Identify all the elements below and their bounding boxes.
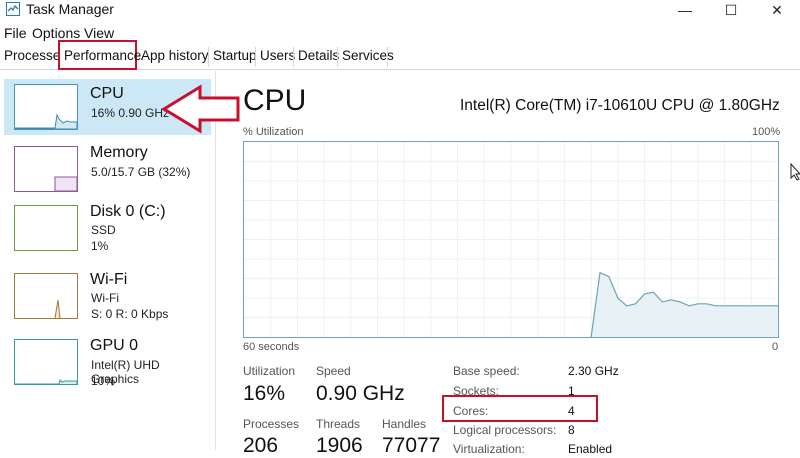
tab-performance[interactable]: Performance [58, 40, 141, 70]
memory-thumbnail-graph [14, 146, 78, 192]
menu-file[interactable]: File [4, 25, 27, 41]
graph-y-label: % Utilization [243, 126, 304, 138]
mouse-cursor-icon [790, 163, 800, 181]
base-speed-label: Base speed: [453, 364, 520, 378]
cpu-utilization-chart [244, 142, 778, 338]
sidebar-item-title: Wi-Fi [90, 271, 128, 288]
utilization-value: 16% [243, 382, 286, 405]
graph-y-max-label: 100% [752, 126, 781, 138]
virtualization-label: Virtualization: [453, 442, 525, 456]
sidebar-item-detail: SSD [91, 223, 116, 237]
virtualization-value: Enabled [568, 442, 613, 456]
sidebar-item-detail-2: 10% [91, 374, 116, 388]
menu-view[interactable]: View [84, 25, 114, 41]
logical-processors-label: Logical processors: [453, 423, 557, 437]
threads-label: Threads [316, 417, 361, 431]
sidebar-item-gpu[interactable]: GPU 0 Intel(R) UHD Graphics 10% [4, 334, 211, 394]
annotation-arrow-icon [161, 84, 240, 134]
sidebar-item-detail-2: S: 0 R: 0 Kbps [91, 307, 169, 321]
handles-label: Handles [382, 417, 427, 431]
menu-options[interactable]: Options [32, 25, 80, 41]
wifi-thumbnail-graph [14, 273, 78, 319]
sidebar-item-wifi[interactable]: Wi-Fi Wi-Fi S: 0 R: 0 Kbps [4, 268, 211, 328]
processes-value: 206 [243, 434, 279, 457]
tab-app-history[interactable]: App history [137, 45, 213, 67]
close-button[interactable]: ✕ [754, 0, 800, 20]
sidebar-item-detail: 16% 0.90 GHz [91, 106, 170, 120]
maximize-button[interactable]: ☐ [708, 0, 754, 20]
window-title: Task Manager [26, 1, 114, 17]
utilization-area [591, 272, 778, 337]
tab-details[interactable]: Details [294, 45, 343, 67]
tab-services[interactable]: Services [338, 45, 398, 67]
page-title: CPU [243, 84, 307, 117]
task-manager-icon [6, 2, 20, 16]
cpu-utilization-graph [243, 141, 779, 338]
base-speed-value: 2.30 GHz [568, 364, 619, 378]
cores-highlight-box [442, 395, 598, 422]
utilization-label: Utilization [243, 364, 296, 378]
threads-value: 1906 [316, 434, 363, 457]
speed-value: 0.90 GHz [316, 382, 405, 405]
cpu-thumbnail-graph [14, 84, 78, 130]
sidebar-item-memory[interactable]: Memory 5.0/15.7 GB (32%) [4, 142, 211, 194]
minimize-button[interactable]: — [662, 0, 708, 20]
sidebar-item-detail: Wi-Fi [91, 291, 119, 305]
disk-thumbnail-graph [14, 205, 78, 251]
processes-label: Processes [243, 417, 300, 431]
graph-x-zero-label: 0 [772, 341, 779, 353]
sidebar-item-title: Memory [90, 144, 148, 161]
sidebar-item-detail: 5.0/15.7 GB (32%) [91, 165, 191, 179]
sidebar-item-title: Disk 0 (C:) [90, 203, 166, 220]
sidebar-item-detail-2: 1% [91, 239, 109, 253]
speed-label: Speed [316, 364, 351, 378]
tab-startup[interactable]: Startup [209, 45, 261, 67]
sidebar-item-title: GPU 0 [90, 337, 139, 354]
handles-value: 77077 [382, 434, 441, 457]
graph-x-label: 60 seconds [243, 341, 300, 353]
sidebar-item-disk[interactable]: Disk 0 (C:) SSD 1% [4, 200, 211, 260]
gpu-thumbnail-graph [14, 339, 78, 385]
sidebar-item-title: CPU [90, 85, 124, 102]
cpu-model-name: Intel(R) Core(TM) i7-10610U CPU @ 1.80GH… [460, 97, 780, 114]
logical-processors-value: 8 [568, 423, 575, 437]
